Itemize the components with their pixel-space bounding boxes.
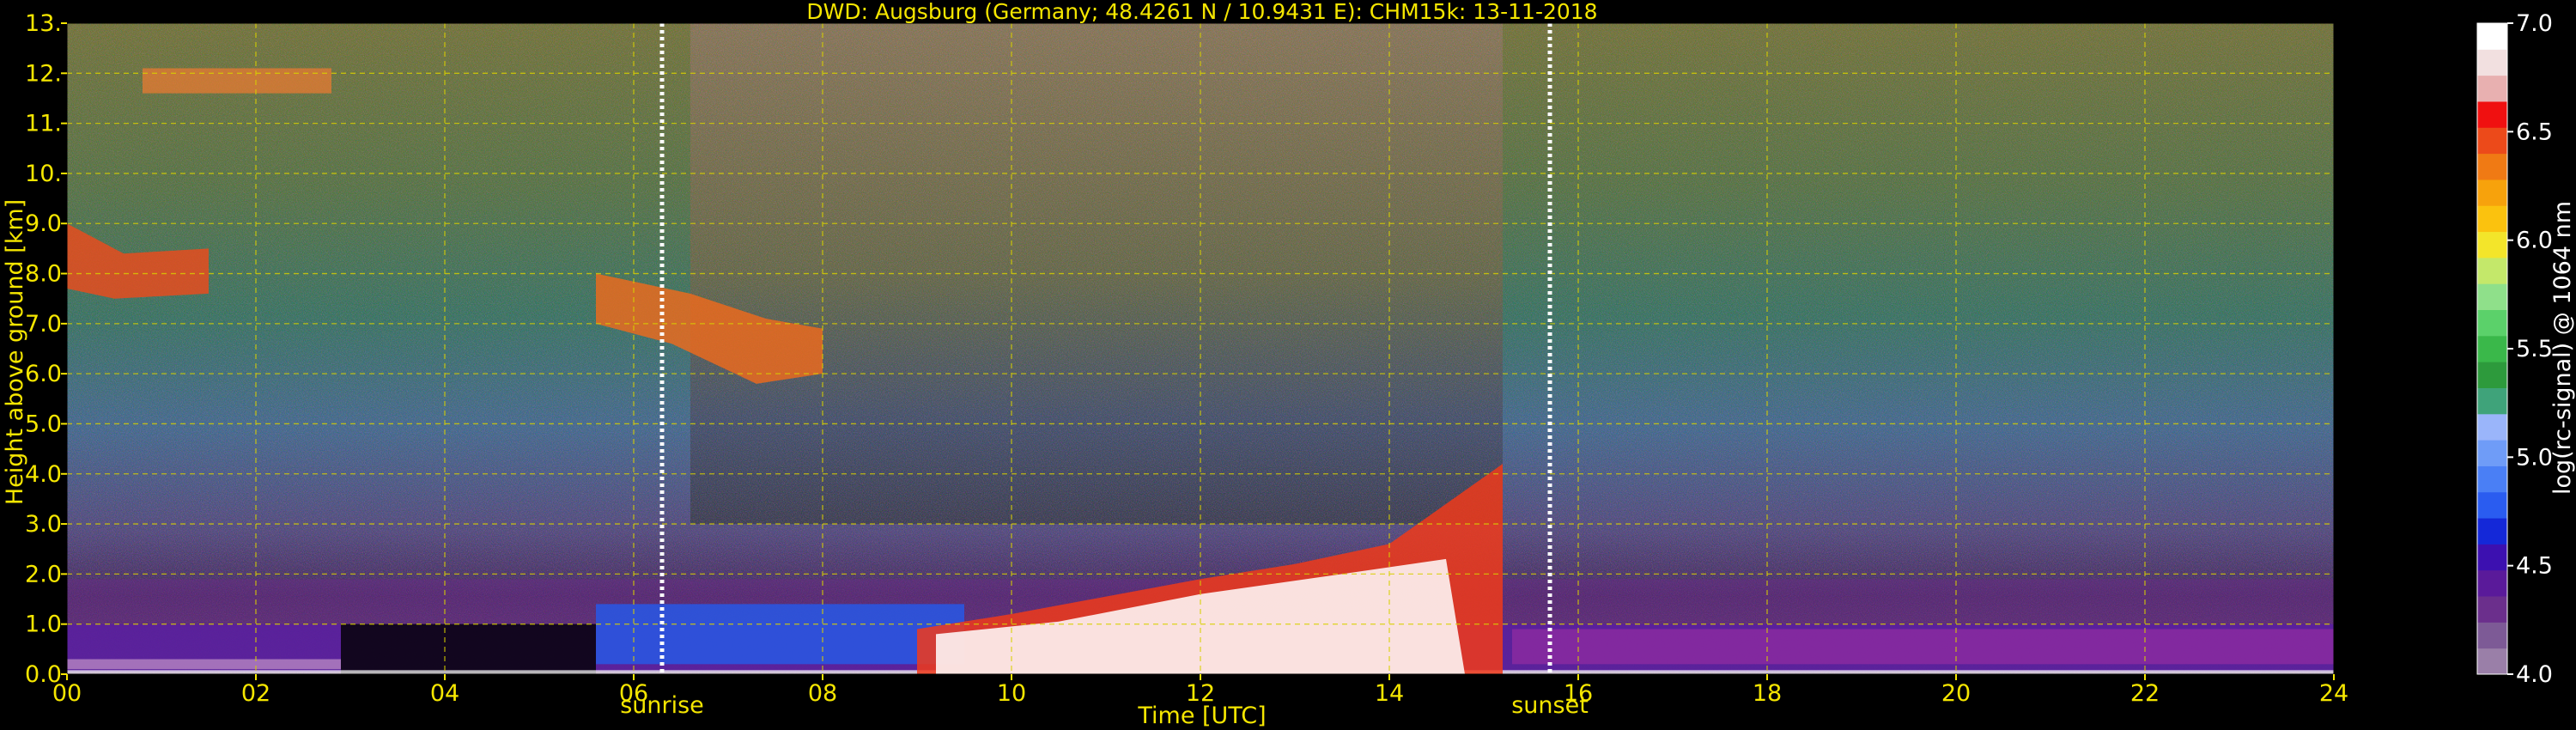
- boundary-layer-blue: [596, 604, 964, 665]
- x-tick-label: 24: [2319, 680, 2348, 707]
- colorbar-segment: [2477, 100, 2507, 128]
- colorbar-segment: [2477, 648, 2507, 675]
- colorbar-tick-label: 4.5: [2516, 553, 2553, 580]
- colorbar-segment: [2477, 257, 2507, 284]
- y-tick-label: 8.0: [25, 261, 62, 288]
- ceilometer-chart: 00 02 04 06 08 10 12 14 16 18 20 22 24 0.01.02.03.04…: [2, 0, 2576, 729]
- colorbar-segment: [2477, 465, 2507, 493]
- y-tick-label: 6.0: [25, 361, 62, 387]
- y-tick-label: 9.0: [25, 210, 62, 237]
- colorbar-segment: [2477, 362, 2507, 388]
- chart-title: DWD: Augsburg (Germany; 48.4261 N / 10.9…: [806, 0, 1597, 24]
- x-tick-label: 22: [2130, 680, 2160, 707]
- colorbar-segment: [2477, 518, 2507, 544]
- colorbar-ticks: 4.0 4.5 5.0 5.5 6.0 6.5 7.0: [2507, 10, 2553, 688]
- colorbar-segment: [2477, 491, 2507, 519]
- sunrise-label: sunrise: [620, 692, 704, 719]
- y-tick-label: 7.0: [25, 311, 62, 338]
- colorbar-segment: [2477, 283, 2507, 311]
- colorbar-segment: [2477, 309, 2507, 337]
- colorbar-segment: [2477, 49, 2507, 76]
- x-tick-label: 10: [997, 680, 1026, 707]
- colorbar-tick-label: 7.0: [2516, 10, 2553, 37]
- y-tick-label: 0.0: [25, 661, 62, 688]
- y-axis-ticks: 0.0 1.0 2.0 3.0 4.0 5.0 6.0 7.0 8.0 9.0 10. 11. 12. 1…: [25, 10, 67, 688]
- colorbar-segment: [2477, 440, 2507, 466]
- colorbar-segment: [2477, 205, 2507, 233]
- boundary-layer-purple: [1512, 629, 2334, 665]
- surface-layer: [67, 659, 341, 670]
- colorbar-tick-label: 5.0: [2516, 444, 2553, 471]
- y-tick-label: 4.0: [25, 461, 62, 488]
- colorbar: [2476, 22, 2508, 675]
- colorbar-label: log(rc-signal) @ 1064 nm: [2549, 201, 2576, 495]
- dark-region-night: [341, 624, 596, 674]
- plot-area: [66, 22, 2335, 675]
- colorbar-segment: [2477, 596, 2507, 623]
- colorbar-segment: [2477, 127, 2507, 155]
- colorbar-segment: [2477, 413, 2507, 441]
- colorbar-segment: [2477, 75, 2507, 102]
- y-tick-label: 10.: [25, 161, 62, 187]
- x-tick-label: 14: [1375, 680, 1404, 707]
- x-tick-label: 20: [1941, 680, 1971, 707]
- colorbar-segment: [2477, 231, 2507, 259]
- colorbar-segment: [2477, 544, 2507, 571]
- colorbar-segment: [2477, 179, 2507, 206]
- colorbar-segment: [2477, 153, 2507, 180]
- colorbar-segment: [2477, 569, 2507, 597]
- y-axis-label: Height above ground [km]: [2, 199, 28, 505]
- y-tick-label: 13.: [25, 10, 62, 37]
- colorbar-tick-label: 6.0: [2516, 228, 2553, 254]
- y-tick-label: 12.: [25, 60, 62, 87]
- y-tick-label: 3.0: [25, 511, 62, 538]
- colorbar-segment: [2477, 335, 2507, 362]
- cloud-top-streak: [143, 68, 331, 94]
- x-tick-label: 08: [808, 680, 837, 707]
- colorbar-segment: [2477, 23, 2507, 50]
- sunset-label: sunset: [1511, 692, 1589, 719]
- x-tick-label: 04: [430, 680, 459, 707]
- colorbar-tick-label: 4.0: [2516, 661, 2553, 688]
- colorbar-segment: [2477, 387, 2507, 415]
- y-tick-label: 2.0: [25, 561, 62, 587]
- x-tick-label: 18: [1753, 680, 1782, 707]
- colorbar-tick-label: 5.5: [2516, 336, 2553, 362]
- y-tick-label: 11.: [25, 111, 62, 137]
- x-tick-label: 02: [241, 680, 270, 707]
- colorbar-segment: [2477, 622, 2507, 649]
- y-tick-label: 5.0: [25, 411, 62, 437]
- colorbar-tick-label: 6.5: [2516, 119, 2553, 145]
- x-axis-label: Time [UTC]: [1137, 703, 1266, 729]
- y-tick-label: 1.0: [25, 611, 62, 638]
